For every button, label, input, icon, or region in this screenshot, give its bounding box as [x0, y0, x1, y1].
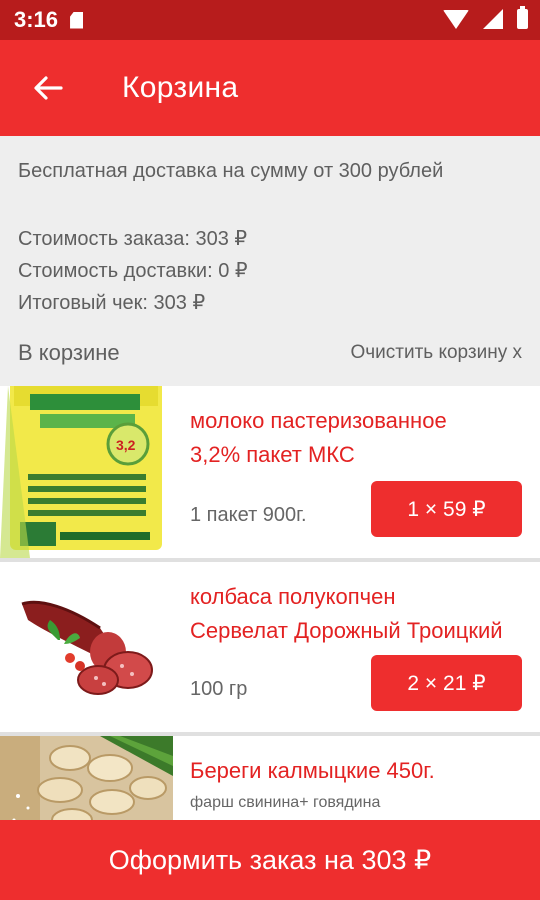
product-image — [0, 736, 173, 820]
back-button[interactable] — [24, 64, 72, 112]
arrow-left-icon — [34, 76, 63, 100]
product-description: 1 пакет 900г. — [190, 504, 307, 526]
product-title: Береги калмыцкие 450г. — [190, 754, 525, 788]
status-time: 3:16 — [14, 7, 59, 32]
dumplings-image — [0, 736, 173, 820]
product-title-line2: 3,2% пакет МКС — [190, 442, 355, 467]
product-title-line2: Сервелат Дорожный Троицкий — [190, 618, 503, 643]
clear-cart-button[interactable]: Очистить корзину х — [350, 342, 522, 364]
svg-text:3,2: 3,2 — [116, 437, 136, 453]
product-title-line1: колбаса полукопчен — [190, 584, 396, 609]
quantity-button[interactable]: 1 × 59 ₽ — [371, 481, 522, 537]
product-title-line1: молоко пастеризованное — [190, 408, 447, 433]
product-title-line1: Береги калмыцкие 450г. — [190, 758, 435, 783]
app-bar: Корзина — [0, 40, 540, 136]
list-item[interactable]: 3,2 молоко пастеризованное 3,2% пакет МК… — [0, 386, 540, 558]
product-subtitle: фарш свинина+ говядина — [190, 794, 381, 811]
status-bar: 3:16 — [0, 0, 540, 40]
product-image: 3,2 — [0, 386, 173, 558]
list-item[interactable]: Береги калмыцкие 450г. фарш свинина+ гов… — [0, 736, 540, 820]
order-cost: Стоимость заказа: 303 ₽ — [18, 228, 248, 250]
product-image — [0, 562, 173, 732]
checkout-button[interactable]: Оформить заказ на 303 ₽ — [0, 820, 540, 900]
product-title: молоко пастеризованное 3,2% пакет МКС — [190, 404, 525, 472]
milk-package-image: 3,2 — [0, 386, 173, 558]
list-item[interactable]: колбаса полукопчен Сервелат Дорожный Тро… — [0, 562, 540, 732]
free-delivery-note: Бесплатная доставка на сумму от 300 рубл… — [18, 160, 444, 182]
page-title: Корзина — [122, 71, 239, 104]
battery-icon — [517, 6, 528, 29]
product-title: колбаса полукопчен Сервелат Дорожный Тро… — [190, 580, 525, 648]
in-cart-label: В корзине — [18, 340, 120, 365]
wifi-icon — [443, 9, 469, 29]
product-description: 100 гр — [190, 678, 248, 700]
signal-icon — [483, 9, 503, 29]
sd-card-icon — [70, 11, 84, 29]
status-indicators — [443, 6, 528, 29]
cart-items-list[interactable]: 3,2 молоко пастеризованное 3,2% пакет МК… — [0, 386, 540, 820]
total-check: Итоговый чек: 303 ₽ — [18, 292, 206, 314]
delivery-cost: Стоимость доставки: 0 ₽ — [18, 260, 248, 282]
sausage-image — [0, 562, 173, 732]
quantity-button[interactable]: 2 × 21 ₽ — [371, 655, 522, 711]
